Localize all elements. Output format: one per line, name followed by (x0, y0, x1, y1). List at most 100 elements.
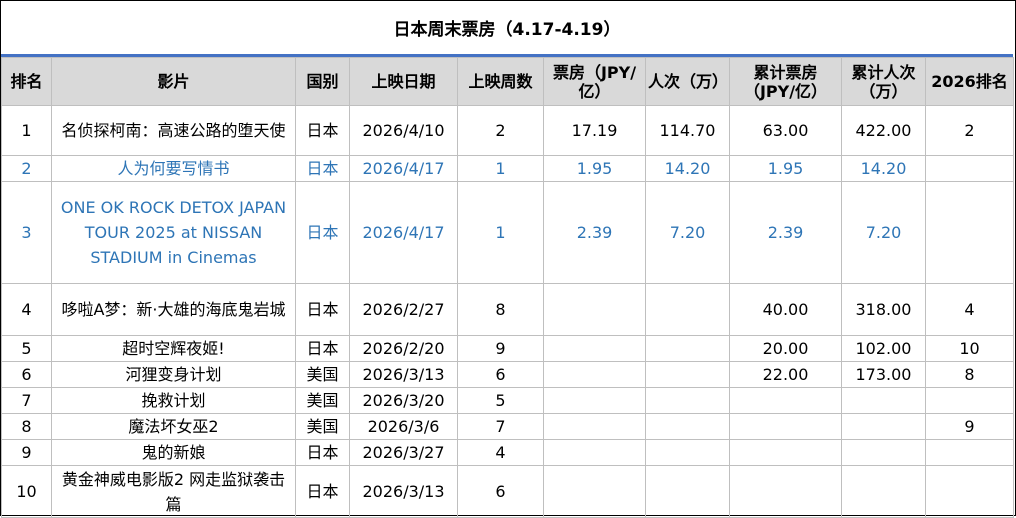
cell-weeks[interactable]: 6 (457, 465, 544, 518)
cell-rank[interactable]: 2 (1, 155, 52, 182)
cell-release-date[interactable]: 2026/4/17 (349, 181, 458, 284)
cell-weeks[interactable]: 2 (457, 105, 544, 156)
cell-country[interactable]: 美国 (295, 361, 350, 388)
table-row[interactable]: 6 河狸变身计划 美国 2026/3/13 6 22.00 173.00 8 (1, 361, 1014, 388)
cell-release-date[interactable]: 2026/3/20 (349, 387, 458, 414)
cell-film[interactable]: 魔法坏女巫2 (51, 413, 296, 440)
cell-rank-2026[interactable] (925, 155, 1014, 182)
cell-gross[interactable] (543, 413, 646, 440)
cell-admissions[interactable] (645, 335, 730, 362)
cell-release-date[interactable]: 2026/3/13 (349, 465, 458, 518)
cell-rank[interactable]: 9 (1, 439, 52, 466)
cell-rank[interactable]: 1 (1, 105, 52, 156)
cell-country[interactable]: 日本 (295, 155, 350, 182)
cell-admissions[interactable] (645, 361, 730, 388)
cell-total-admissions[interactable]: 318.00 (841, 283, 926, 336)
cell-film[interactable]: 人为何要写情书 (51, 155, 296, 182)
cell-weeks[interactable]: 9 (457, 335, 544, 362)
cell-rank[interactable]: 4 (1, 283, 52, 336)
cell-country[interactable]: 日本 (295, 283, 350, 336)
cell-country[interactable]: 美国 (295, 413, 350, 440)
cell-weeks[interactable]: 5 (457, 387, 544, 414)
cell-admissions[interactable] (645, 439, 730, 466)
header-weeks[interactable]: 上映周数 (457, 57, 544, 106)
cell-weeks[interactable]: 8 (457, 283, 544, 336)
cell-release-date[interactable]: 2026/3/13 (349, 361, 458, 388)
cell-total-gross[interactable]: 1.95 (729, 155, 842, 182)
cell-gross[interactable]: 1.95 (543, 155, 646, 182)
cell-rank-2026[interactable]: 9 (925, 413, 1014, 440)
cell-total-gross[interactable] (729, 439, 842, 466)
cell-film[interactable]: 超时空辉夜姬! (51, 335, 296, 362)
cell-rank-2026[interactable]: 2 (925, 105, 1014, 156)
cell-weeks[interactable]: 1 (457, 181, 544, 284)
cell-admissions[interactable] (645, 413, 730, 440)
cell-gross[interactable] (543, 283, 646, 336)
cell-admissions[interactable]: 7.20 (645, 181, 730, 284)
cell-release-date[interactable]: 2026/3/6 (349, 413, 458, 440)
cell-admissions[interactable]: 114.70 (645, 105, 730, 156)
cell-release-date[interactable]: 2026/2/20 (349, 335, 458, 362)
table-row[interactable]: 4 哆啦A梦：新·大雄的海底鬼岩城 日本 2026/2/27 8 40.00 3… (1, 283, 1014, 336)
header-admissions[interactable]: 人次（万） (645, 57, 730, 106)
cell-gross[interactable]: 2.39 (543, 181, 646, 284)
cell-total-gross[interactable]: 22.00 (729, 361, 842, 388)
cell-country[interactable]: 日本 (295, 335, 350, 362)
cell-total-admissions[interactable]: 7.20 (841, 181, 926, 284)
cell-release-date[interactable]: 2026/4/10 (349, 105, 458, 156)
cell-film[interactable]: 挽救计划 (51, 387, 296, 414)
cell-total-admissions[interactable] (841, 387, 926, 414)
cell-total-gross[interactable]: 40.00 (729, 283, 842, 336)
cell-total-admissions[interactable]: 422.00 (841, 105, 926, 156)
table-row[interactable]: 2 人为何要写情书 日本 2026/4/17 1 1.95 14.20 1.95… (1, 155, 1014, 182)
cell-release-date[interactable]: 2026/3/27 (349, 439, 458, 466)
header-gross[interactable]: 票房（JPY/亿） (543, 57, 646, 106)
table-row[interactable]: 10 黄金神威电影版2 网走监狱袭击篇 日本 2026/3/13 6 (1, 465, 1014, 518)
header-rank-2026[interactable]: 2026排名 (925, 57, 1014, 106)
cell-total-gross[interactable]: 20.00 (729, 335, 842, 362)
cell-rank-2026[interactable]: 8 (925, 361, 1014, 388)
cell-gross[interactable] (543, 335, 646, 362)
cell-country[interactable]: 日本 (295, 439, 350, 466)
cell-film[interactable]: 哆啦A梦：新·大雄的海底鬼岩城 (51, 283, 296, 336)
table-row[interactable]: 1 名侦探柯南：高速公路的堕天使 日本 2026/4/10 2 17.19 11… (1, 105, 1014, 156)
cell-total-admissions[interactable]: 173.00 (841, 361, 926, 388)
cell-admissions[interactable] (645, 465, 730, 518)
cell-rank-2026[interactable] (925, 387, 1014, 414)
cell-film[interactable]: 河狸变身计划 (51, 361, 296, 388)
cell-country[interactable]: 日本 (295, 181, 350, 284)
cell-total-gross[interactable] (729, 413, 842, 440)
cell-country[interactable]: 日本 (295, 105, 350, 156)
cell-gross[interactable] (543, 361, 646, 388)
table-row[interactable]: 9 鬼的新娘 日本 2026/3/27 4 (1, 439, 1014, 466)
cell-film[interactable]: 黄金神威电影版2 网走监狱袭击篇 (51, 465, 296, 518)
cell-rank[interactable]: 10 (1, 465, 52, 518)
cell-film[interactable]: 鬼的新娘 (51, 439, 296, 466)
cell-rank-2026[interactable] (925, 181, 1014, 284)
cell-release-date[interactable]: 2026/2/27 (349, 283, 458, 336)
cell-gross[interactable] (543, 465, 646, 518)
header-country[interactable]: 国别 (295, 57, 350, 106)
cell-film[interactable]: 名侦探柯南：高速公路的堕天使 (51, 105, 296, 156)
cell-weeks[interactable]: 7 (457, 413, 544, 440)
table-row[interactable]: 5 超时空辉夜姬! 日本 2026/2/20 9 20.00 102.00 10 (1, 335, 1014, 362)
cell-total-admissions[interactable] (841, 465, 926, 518)
cell-gross[interactable]: 17.19 (543, 105, 646, 156)
cell-total-gross[interactable] (729, 465, 842, 518)
cell-gross[interactable] (543, 387, 646, 414)
cell-total-admissions[interactable] (841, 439, 926, 466)
cell-rank-2026[interactable]: 4 (925, 283, 1014, 336)
cell-weeks[interactable]: 6 (457, 361, 544, 388)
cell-rank[interactable]: 3 (1, 181, 52, 284)
cell-film[interactable]: ONE OK ROCK DETOX JAPAN TOUR 2025 at NIS… (51, 181, 296, 284)
cell-country[interactable]: 日本 (295, 465, 350, 518)
cell-rank-2026[interactable] (925, 439, 1014, 466)
cell-rank-2026[interactable]: 10 (925, 335, 1014, 362)
table-row[interactable]: 8 魔法坏女巫2 美国 2026/3/6 7 9 (1, 413, 1014, 440)
cell-country[interactable]: 美国 (295, 387, 350, 414)
cell-rank[interactable]: 5 (1, 335, 52, 362)
table-row[interactable]: 3 ONE OK ROCK DETOX JAPAN TOUR 2025 at N… (1, 181, 1014, 284)
cell-rank[interactable]: 7 (1, 387, 52, 414)
cell-release-date[interactable]: 2026/4/17 (349, 155, 458, 182)
cell-gross[interactable] (543, 439, 646, 466)
